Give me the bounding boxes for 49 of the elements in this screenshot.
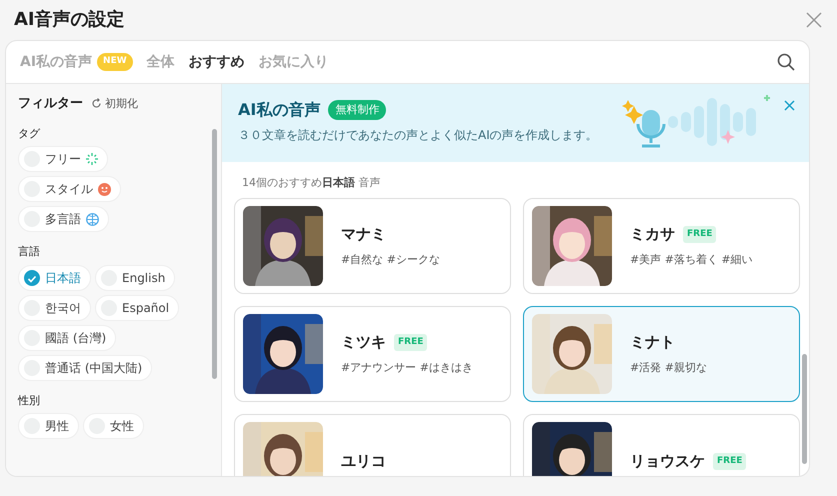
voice-name: マナミ — [341, 224, 386, 245]
voice-name: ミカサ — [630, 224, 675, 245]
filter-chip[interactable]: 國語 (台灣) — [18, 324, 116, 350]
free-badge: FREE — [713, 452, 746, 470]
filter-chip[interactable]: Español — [95, 294, 180, 320]
filter-chip[interactable]: English — [95, 264, 176, 290]
smile-icon — [98, 182, 111, 196]
reset-icon — [91, 98, 102, 110]
filter-chip[interactable]: 普通话 (中国大陆) — [18, 354, 152, 380]
voice-card[interactable]: マナミ #自然な #シークな — [234, 198, 511, 294]
filter-chip[interactable]: フリー — [18, 146, 108, 172]
voice-card[interactable]: ミカサ FREE #美声 #落ち着く #細い — [523, 198, 800, 294]
voice-tags: #活発 #親切な — [630, 360, 707, 376]
scrollbar-thumb[interactable] — [802, 354, 807, 464]
filter-title: フィルター — [18, 95, 83, 113]
filter-chip[interactable]: 女性 — [83, 413, 144, 439]
list-heading: 14個のおすすめ日本語 音声 — [241, 175, 382, 191]
group-label: 言語 — [18, 244, 41, 260]
close-icon[interactable] — [805, 10, 823, 30]
banner-text: ３０文章を読むだけであなたの声とよく似たAIの声を作成します。 — [238, 127, 599, 144]
scrollbar-thumb[interactable] — [212, 129, 217, 379]
voice-name: ミツキ — [341, 332, 386, 353]
globe-icon — [86, 212, 99, 226]
voice-name: ユリコ — [341, 451, 386, 472]
free-badge: 無料制作 — [328, 100, 386, 120]
filter-chip[interactable]: スタイル — [18, 176, 121, 202]
voice-name: ミナト — [630, 332, 675, 353]
filter-chip[interactable]: 日本語 — [18, 264, 91, 290]
voice-tags: #自然な #シークな — [341, 252, 440, 268]
filter-chip[interactable]: 男性 — [18, 413, 79, 439]
group-label: タグ — [18, 126, 42, 142]
group-label: 性別 — [18, 392, 41, 408]
voice-card[interactable]: ミツキ FREE #アナウンサー #はきはき — [234, 306, 511, 402]
filter-chip[interactable]: 한국어 — [18, 294, 91, 320]
reset-button[interactable]: 初期化 — [91, 96, 138, 112]
dialog-title: AI音声の設定 — [14, 9, 125, 31]
tab[interactable]: おすすめ — [188, 52, 245, 72]
filter-chip[interactable]: 多言語 — [18, 206, 109, 232]
banner-title: AI私の音声 — [238, 99, 320, 121]
search-icon[interactable] — [777, 52, 795, 72]
voice-card[interactable]: ユリコ — [234, 414, 511, 476]
voice-card[interactable]: ミナト #活発 #親切な — [523, 306, 800, 402]
free-badge: FREE — [394, 334, 428, 351]
voice-name: リョウスケ — [630, 451, 705, 472]
voice-tags: #美声 #落ち着く #細い — [630, 252, 753, 268]
voice-card[interactable]: リョウスケ FREE — [523, 414, 800, 476]
sparkle-icon — [86, 153, 98, 165]
voice-tags: #アナウンサー #はきはき — [341, 360, 473, 376]
free-badge: FREE — [683, 226, 716, 243]
